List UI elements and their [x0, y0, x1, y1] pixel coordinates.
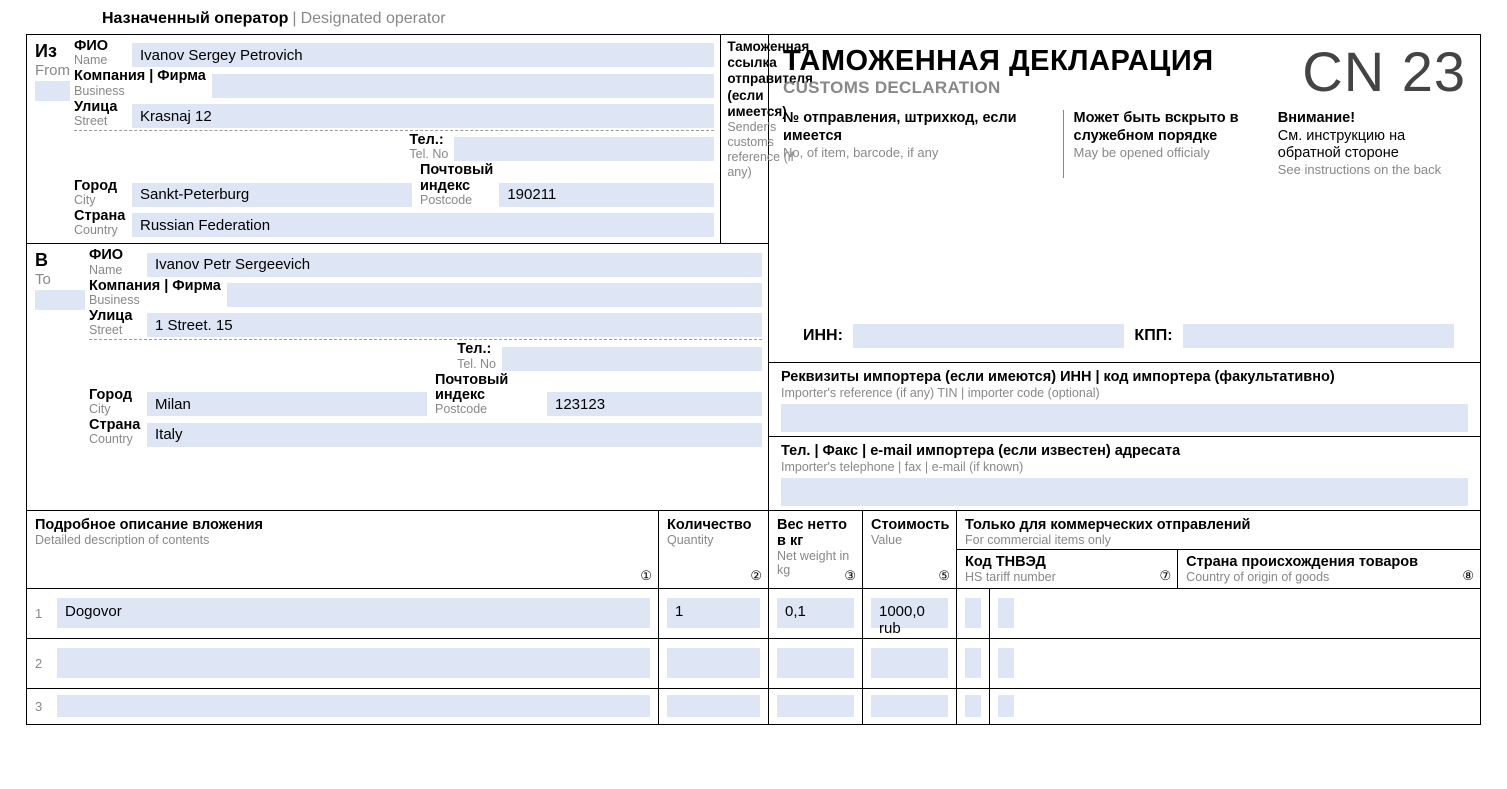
name-label: ФИОName	[74, 39, 132, 67]
to-city-input[interactable]	[147, 392, 427, 416]
from-street-input[interactable]	[132, 104, 714, 128]
from-country-input[interactable]	[132, 213, 714, 237]
contents-table-header: Подробное описание вложения Detailed des…	[27, 510, 1480, 588]
to-street-input[interactable]	[147, 313, 762, 337]
table-row: 1Dogovor 1 0,1 1000,0 rub	[27, 588, 1480, 638]
declaration-header: ТАМОЖЕННАЯ ДЕКЛАРАЦИЯ CUSTOMS DECLARATIO…	[769, 35, 1480, 362]
item-barcode-note: № отправления, штрихкод, если имеется No…	[783, 110, 1047, 178]
item-hs-input[interactable]	[965, 695, 981, 717]
to-name-input[interactable]	[147, 253, 762, 277]
item-hs-input[interactable]	[965, 648, 981, 678]
to-business-input[interactable]	[227, 283, 762, 307]
item-origin-input[interactable]	[998, 695, 1014, 717]
from-business-input[interactable]	[212, 74, 714, 98]
item-desc-input[interactable]	[57, 648, 650, 678]
importer-reference: Реквизиты импортера (если имеются) ИНН |…	[769, 362, 1480, 436]
country-label: СтранаCountry	[74, 209, 132, 237]
form-code: CN 23	[1302, 45, 1466, 98]
item-weight-input[interactable]	[777, 695, 854, 717]
tel-label: Тел.:Tel. No	[409, 133, 454, 161]
importer-contact: Тел. | Факс | e-mail импортера (если изв…	[769, 436, 1480, 510]
city-label: ГородCity	[74, 179, 132, 207]
to-tel-input[interactable]	[502, 347, 762, 371]
table-row: 3	[27, 688, 1480, 724]
item-weight-input[interactable]	[777, 648, 854, 678]
item-desc-input[interactable]	[57, 695, 650, 717]
from-postcode-input[interactable]	[499, 183, 714, 207]
to-section: В To ФИОName Компания | ФирмаBusiness	[27, 244, 768, 452]
inn-input[interactable]	[853, 324, 1124, 348]
importer-tel-input[interactable]	[781, 478, 1468, 506]
to-label: В To	[27, 244, 89, 452]
may-be-opened-note: Может быть вскрыто в служебном порядке M…	[1063, 110, 1262, 178]
postcode-label: Почтовый индексPostcode	[420, 163, 499, 207]
to-country-input[interactable]	[147, 423, 762, 447]
item-origin-input[interactable]	[998, 648, 1014, 678]
from-tel-input[interactable]	[454, 137, 714, 161]
to-postcode-input[interactable]	[547, 392, 762, 416]
street-label: УлицаStreet	[74, 100, 132, 128]
kpp-label: КПП:	[1134, 327, 1172, 345]
attention-note: Внимание! См. инструкцию на обратной сто…	[1278, 110, 1466, 178]
item-qty-input[interactable]	[667, 695, 760, 717]
designated-operator: Назначенный оператор|Designated operator	[26, 0, 1481, 34]
from-city-input[interactable]	[132, 183, 412, 207]
importer-ref-input[interactable]	[781, 404, 1468, 432]
item-desc-input[interactable]: Dogovor	[57, 598, 650, 628]
from-section: Из From ФИОName Компания | ФирмаBusiness	[27, 35, 768, 244]
inn-label: ИНН:	[803, 327, 843, 345]
kpp-input[interactable]	[1183, 324, 1454, 348]
item-value-input[interactable]	[871, 648, 948, 678]
from-name-input[interactable]	[132, 43, 714, 67]
item-value-input[interactable]	[871, 695, 948, 717]
from-label: Из From	[27, 35, 74, 243]
table-row: 2	[27, 638, 1480, 688]
item-weight-input[interactable]: 0,1	[777, 598, 854, 628]
item-qty-input[interactable]: 1	[667, 598, 760, 628]
business-label: Компания | ФирмаBusiness	[74, 69, 212, 97]
item-hs-input[interactable]	[965, 598, 981, 628]
item-qty-input[interactable]	[667, 648, 760, 678]
item-value-input[interactable]: 1000,0 rub	[871, 598, 948, 628]
item-origin-input[interactable]	[998, 598, 1014, 628]
